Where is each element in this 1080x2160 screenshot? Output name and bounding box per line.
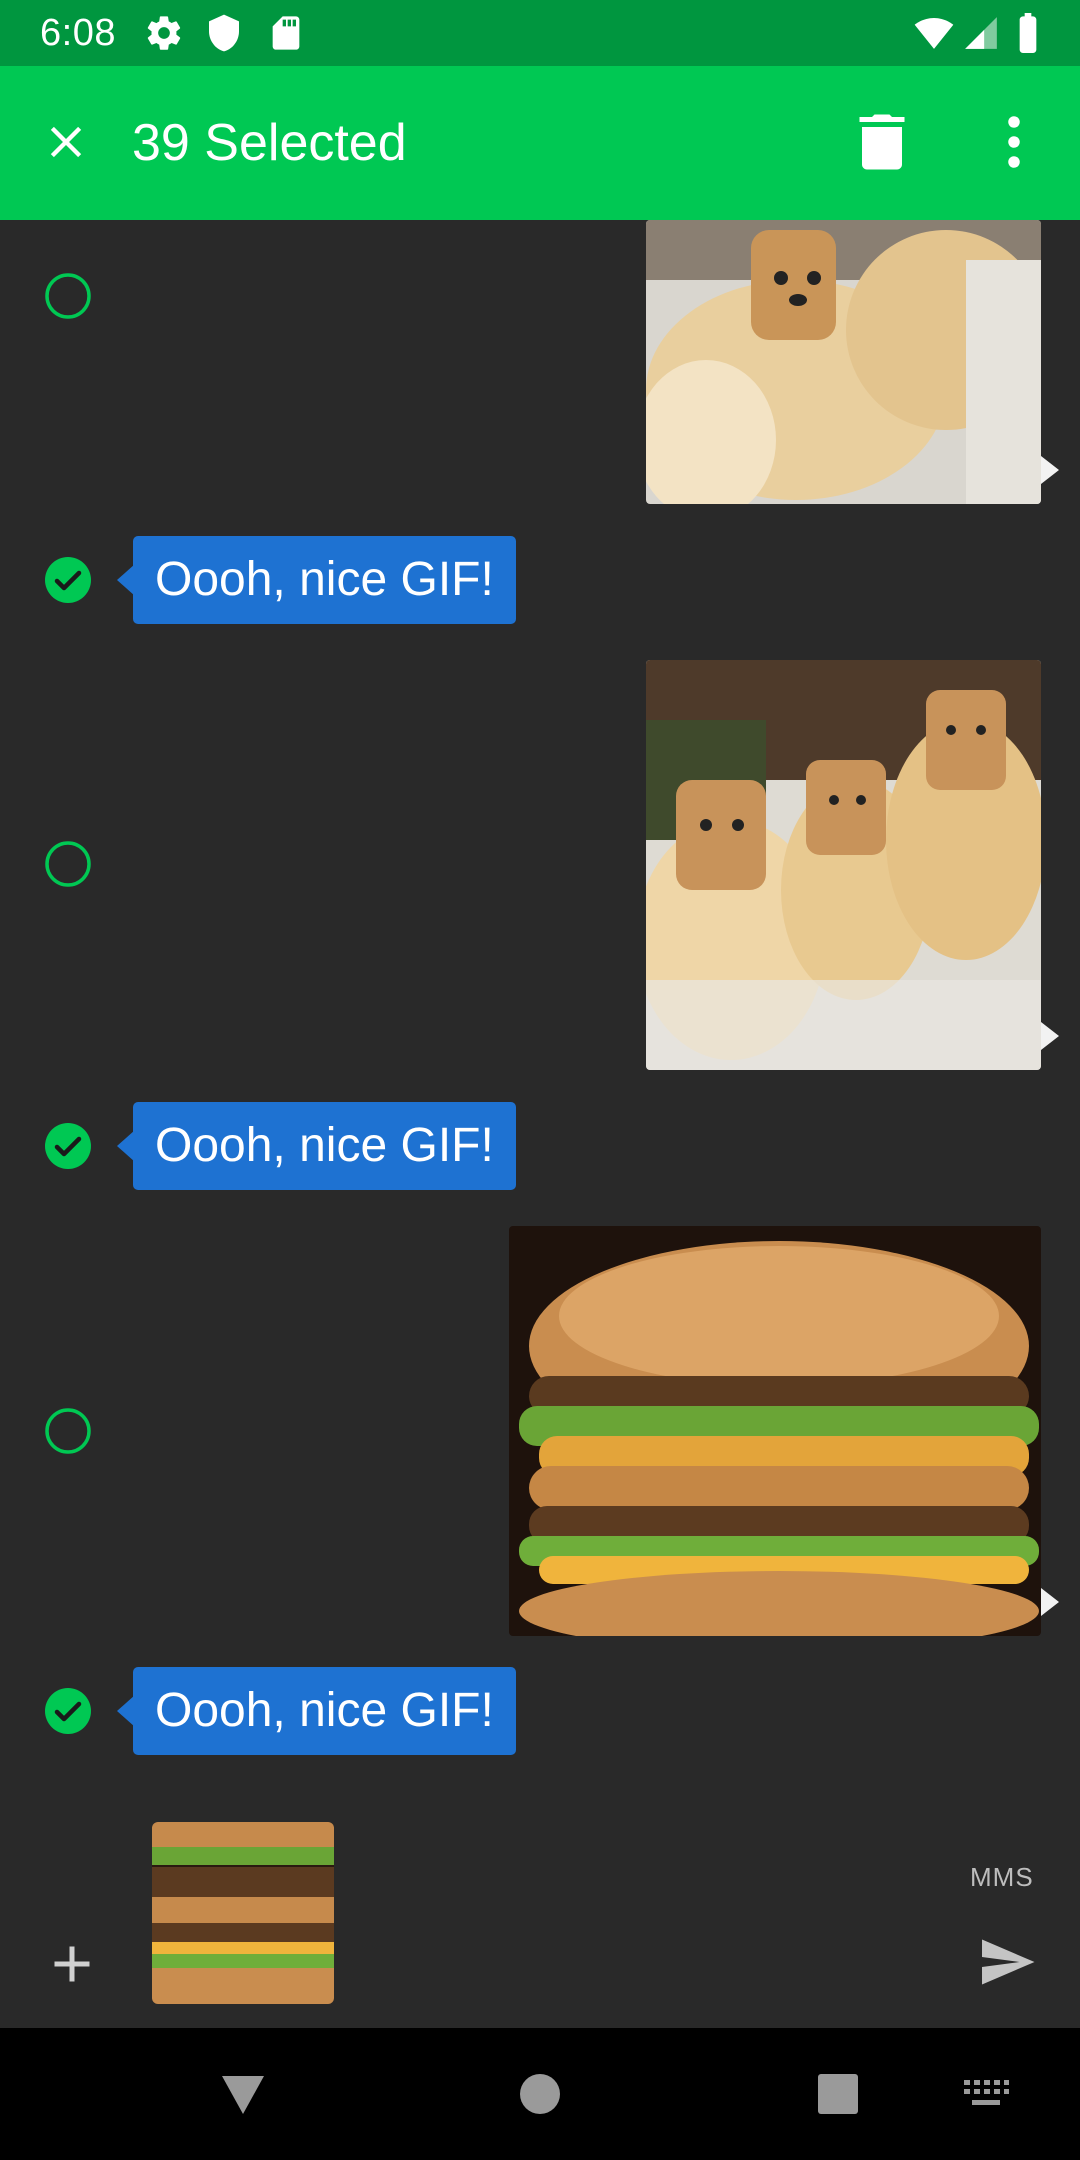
screen: 6:08 39 Selected Oooh, nice GIF! Oooh, n… [0,0,1080,2160]
wifi-icon [914,18,954,49]
select-circle-checked[interactable] [44,1687,92,1735]
battery-icon [1019,13,1037,53]
media-tail [1041,1588,1059,1616]
gif-media-dogs[interactable] [646,660,1041,1070]
signal-icon [965,17,997,49]
status-bar: 6:08 [0,0,1080,66]
mms-label: MMS [970,1862,1034,1892]
back-icon[interactable] [218,2070,268,2118]
status-time: 6:08 [40,12,116,54]
trash-icon[interactable] [856,112,908,172]
message-list[interactable]: Oooh, nice GIF! Oooh, nice GIF! Oooh, ni… [0,220,1080,2028]
more-vert-icon[interactable] [1000,112,1028,172]
close-icon[interactable] [40,116,92,168]
media-tail [1041,1022,1059,1050]
dogs-gif-image [646,220,1041,504]
select-circle-unchecked[interactable] [44,1407,92,1455]
sd-card-icon [272,16,300,50]
message-bubble[interactable]: Oooh, nice GIF! [133,536,516,624]
select-circle-unchecked[interactable] [44,840,92,888]
selection-count-title: 39 Selected [132,114,407,172]
message-bubble[interactable]: Oooh, nice GIF! [133,1102,516,1190]
gif-media-dogs[interactable] [646,220,1041,504]
send-icon[interactable] [976,1932,1038,1992]
home-icon[interactable] [518,2072,562,2116]
settings-icon [147,16,181,50]
gif-media-burger[interactable] [509,1226,1041,1636]
navigation-bar [0,2028,1080,2160]
burger-thumbnail-image [152,1822,334,2004]
attachment-thumbnail[interactable] [152,1822,334,2004]
keyboard-icon[interactable] [962,2078,1010,2110]
select-circle-checked[interactable] [44,1122,92,1170]
message-bubble[interactable]: Oooh, nice GIF! [133,1667,516,1755]
select-circle-unchecked[interactable] [44,272,92,320]
shield-icon [209,14,239,52]
burger-gif-image [509,1226,1041,1636]
plus-icon[interactable] [42,1934,102,1994]
selection-toolbar: 39 Selected [0,66,1080,220]
dogs-gif-image [646,660,1041,1070]
select-circle-checked[interactable] [44,556,92,604]
recents-icon[interactable] [816,2072,860,2116]
media-tail [1041,456,1059,484]
